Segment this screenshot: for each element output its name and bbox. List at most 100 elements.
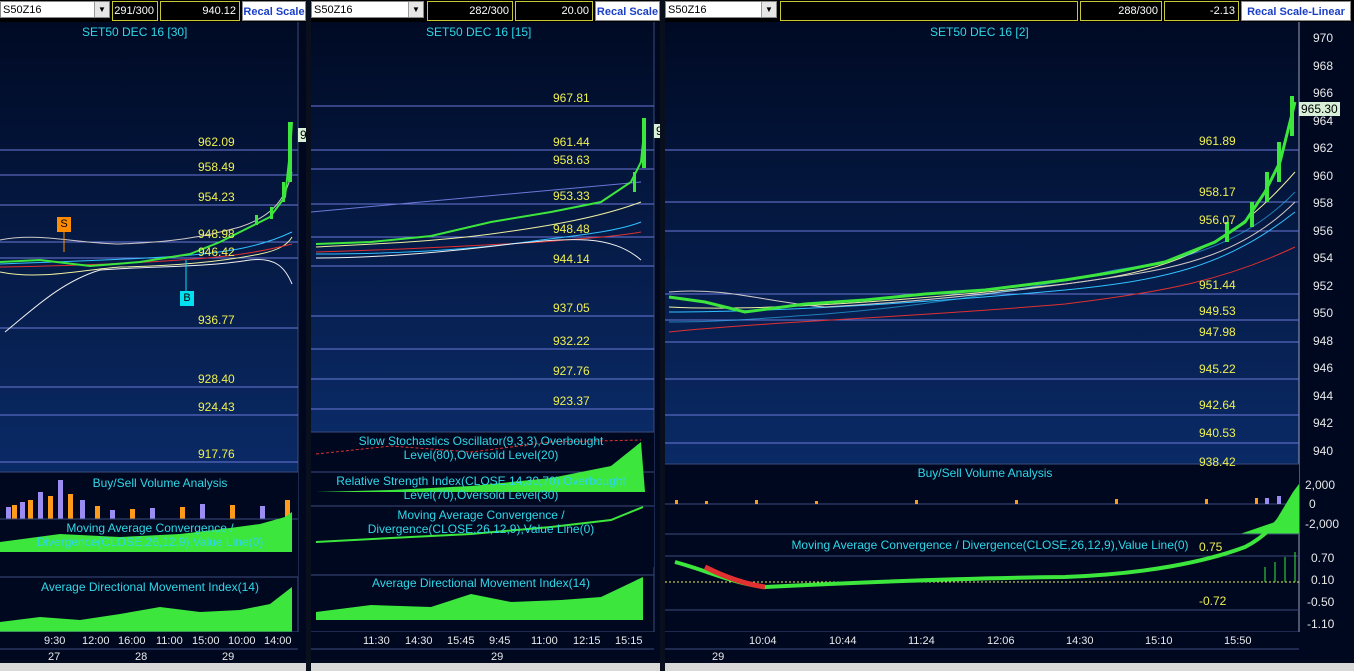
chart-panel-30min: S50Z16 ▼ 291/300 940.12 Recal Scale SET5… — [0, 0, 306, 671]
price-chart[interactable] — [665, 22, 1354, 671]
volume-axis-label: 2,000 — [1305, 478, 1336, 492]
chart-panel-2min: S50Z16 ▼ 288/300 -2.13 Recal Scale-Linea… — [665, 0, 1354, 671]
time-label: 11:24 — [908, 635, 935, 647]
level-label: 958.17 — [1199, 185, 1236, 199]
price-chart[interactable] — [0, 22, 306, 671]
panel-toolbar: S50Z16 ▼ 288/300 -2.13 Recal Scale-Linea… — [665, 0, 1354, 22]
status-cell — [780, 1, 1078, 21]
chart-panel-15min: S50Z16 ▼ 282/300 20.00 Recal Scale SET50… — [311, 0, 660, 671]
macd-axis-label: 0.10 — [1311, 573, 1335, 587]
chevron-down-icon[interactable]: ▼ — [408, 2, 423, 17]
time-label: 12:06 — [987, 635, 1015, 647]
time-label: 12:15 — [573, 635, 601, 647]
level-label: 967.81 — [553, 91, 590, 105]
time-label: 10:44 — [829, 635, 857, 647]
horizontal-scrollbar[interactable] — [665, 663, 1354, 671]
buy-signal-marker[interactable]: B — [180, 291, 194, 306]
level-label: 924.43 — [198, 400, 235, 414]
last-price-tag: 9 — [298, 128, 306, 142]
level-label: 958.49 — [198, 160, 235, 174]
level-label: 917.76 — [198, 447, 235, 461]
date-label: 29 — [712, 651, 725, 663]
time-label: 14:30 — [405, 635, 433, 647]
indicator-title-adx: Average Directional Movement Index(14) — [41, 580, 259, 594]
time-label: 10:00 — [228, 635, 256, 647]
level-label: 949.53 — [1199, 304, 1236, 318]
level-label: 956.07 — [1199, 213, 1236, 227]
y-axis-label: 952 — [1313, 279, 1334, 293]
level-label: 938.42 — [1199, 455, 1236, 469]
panel-toolbar: S50Z16 ▼ 291/300 940.12 Recal Scale — [0, 0, 306, 22]
indicator-title-macd: Moving Average Convergence / Divergence(… — [791, 538, 1189, 552]
date-label: 29 — [491, 651, 504, 663]
y-axis-label: 946 — [1313, 361, 1334, 375]
chevron-down-icon[interactable]: ▼ — [761, 2, 776, 17]
macd-level-label: 0.75 — [1199, 540, 1223, 554]
horizontal-scrollbar[interactable] — [311, 663, 660, 671]
symbol-value: S50Z16 — [314, 4, 353, 16]
y-axis-label: 956 — [1313, 224, 1334, 238]
indicator-title-stochastic: Slow Stochastics Oscillator(9,3,3),Overb… — [358, 434, 604, 462]
price-chart[interactable] — [311, 22, 660, 671]
level-label: 945.22 — [1199, 362, 1236, 376]
time-label: 9:45 — [489, 635, 511, 647]
time-label: 11:00 — [531, 635, 558, 647]
cursor-value: 20.00 — [515, 1, 593, 21]
level-label: 937.05 — [553, 301, 590, 315]
y-axis-label: 968 — [1313, 59, 1334, 73]
y-axis-label: 954 — [1313, 251, 1334, 265]
time-label: 11:30 — [363, 635, 390, 647]
indicator-title-volume: Buy/Sell Volume Analysis — [92, 476, 228, 490]
recal-scale-linear-button[interactable]: Recal Scale-Linear — [1241, 1, 1351, 21]
date-label: 28 — [135, 651, 148, 663]
indicator-title-macd: Moving Average Convergence / Divergence(… — [367, 508, 595, 536]
level-label: 951.44 — [1199, 278, 1236, 292]
y-axis-label: 964 — [1313, 114, 1334, 128]
recal-scale-button[interactable]: Recal Scale — [242, 1, 306, 21]
time-label: 15:45 — [447, 635, 475, 647]
time-label: 9:30 — [44, 635, 66, 647]
level-label: 958.63 — [553, 153, 590, 167]
volume-axis-label: -2,000 — [1305, 517, 1340, 531]
y-axis-label: 944 — [1313, 389, 1334, 403]
y-axis-label: 940 — [1313, 444, 1334, 458]
y-axis-label: 942 — [1313, 416, 1334, 430]
macd-level-label: -0.72 — [1199, 594, 1227, 608]
time-label: 10:04 — [749, 635, 777, 647]
chart-title: SET50 DEC 16 [30] — [82, 25, 188, 39]
time-label: 11:00 — [156, 635, 183, 647]
macd-axis-label: 0.70 — [1311, 551, 1335, 565]
last-price-tag: 9 — [654, 124, 660, 138]
chart-title: SET50 DEC 16 [15] — [426, 25, 532, 39]
time-label: 15:10 — [1145, 635, 1173, 647]
horizontal-scrollbar[interactable] — [0, 663, 306, 671]
bar-count: 282/300 — [427, 1, 513, 21]
level-label: 948.48 — [553, 222, 590, 236]
indicator-title-adx: Average Directional Movement Index(14) — [372, 576, 590, 590]
indicator-title-volume: Buy/Sell Volume Analysis — [917, 466, 1053, 480]
symbol-select[interactable]: S50Z16 ▼ — [665, 1, 777, 18]
recal-scale-button[interactable]: Recal Scale — [595, 1, 660, 21]
chevron-down-icon[interactable]: ▼ — [94, 2, 109, 17]
cursor-value: -2.13 — [1164, 1, 1239, 21]
level-label: 961.44 — [553, 135, 590, 149]
indicator-title-macd: Moving Average Convergence / Divergence(… — [36, 521, 264, 549]
chart-title: SET50 DEC 16 [2] — [930, 25, 1029, 39]
level-label: 923.37 — [553, 394, 590, 408]
symbol-value: S50Z16 — [668, 4, 707, 16]
level-label: 928.40 — [198, 372, 235, 386]
level-label: 942.64 — [1199, 398, 1236, 412]
symbol-select[interactable]: S50Z16 ▼ — [311, 1, 424, 18]
time-label: 16:00 — [118, 635, 146, 647]
symbol-select[interactable]: S50Z16 ▼ — [0, 1, 110, 18]
date-label: 27 — [48, 651, 61, 663]
macd-axis-label: -1.10 — [1307, 617, 1335, 631]
sell-signal-marker[interactable]: S — [57, 217, 71, 232]
level-label: 946.42 — [198, 245, 235, 259]
y-axis-label: 960 — [1313, 169, 1334, 183]
cursor-value: 940.12 — [160, 1, 240, 21]
level-label: 953.33 — [553, 189, 590, 203]
level-label: 940.53 — [1199, 426, 1236, 440]
time-label: 15:50 — [1224, 635, 1252, 647]
level-label: 961.89 — [1199, 134, 1236, 148]
